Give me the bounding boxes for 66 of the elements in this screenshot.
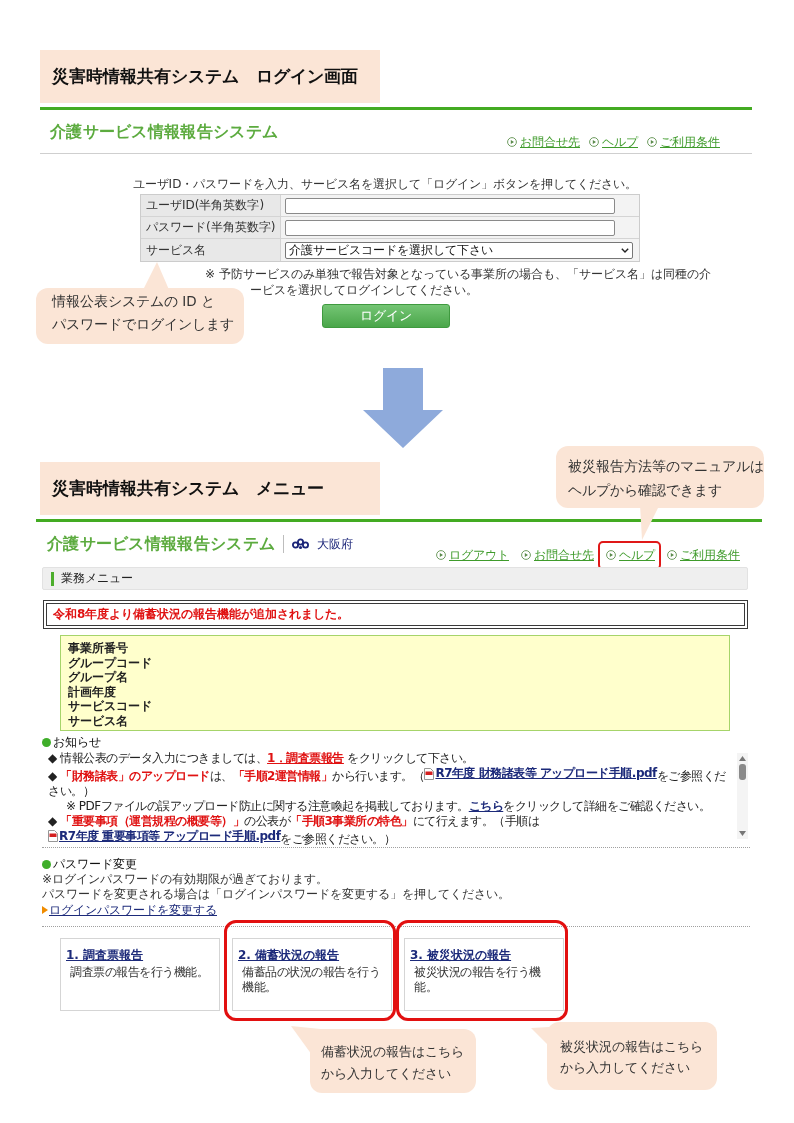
note-text: ※ 予防サービスのみ単独で報告対象となっている事業所の場合も、「サービス名」は同種の介: [205, 266, 711, 282]
caret-right-icon: [42, 905, 48, 914]
note-text: ービスを選択してログインしてください。: [250, 282, 478, 298]
callout-text: 被災状況の報告はこちら から入力してください: [560, 1038, 703, 1077]
notice-text: ※ PDFファイルの誤アップロード防止に関する注意喚起を掲載しております。こちらをクリックして詳細をご確認ください。: [66, 798, 712, 814]
body-text: パスワードを変更される場合は「ログインパスワードを変更する」を押してください。: [42, 887, 510, 902]
info-label: サービス名: [68, 713, 128, 728]
scroll-up-icon[interactable]: [739, 756, 746, 761]
input-field[interactable]: [285, 197, 615, 214]
callout-text: 被災報告方法等のマニュアルは ヘルプから確認できます: [568, 457, 764, 500]
scroll-down-icon[interactable]: [739, 831, 746, 836]
field-label: ユーザID(半角英数字): [141, 195, 281, 217]
callout-text: 情報公表システムの ID と パスワードでログインします: [52, 292, 234, 334]
circle-arrow-icon: [606, 550, 616, 560]
announcement-banner: 令和8年度より備蓄状況の報告機能が追加されました。: [43, 600, 748, 629]
info-label: 計画年度: [68, 684, 116, 699]
emblem-icon: [292, 538, 310, 550]
app-title: 介護サービス情報報告システム: [47, 533, 276, 555]
input-field[interactable]: [285, 219, 615, 236]
notice-text: ◆ 「重要事項（運営規程の概要等）」の公表が「手順3事業所の特色」にて行えます。（手順は R7年度 重要事項等 アップロード手順.pdfをご参照ください。）: [48, 813, 541, 846]
section-heading: お知らせ: [53, 735, 101, 750]
dot-icon: [42, 860, 51, 869]
header-link[interactable]: ご利用条件: [647, 135, 720, 149]
circle-arrow-icon: [507, 137, 517, 147]
menu-heading: 業務メニュー: [42, 567, 748, 590]
app-title: 介護サービス情報報告システム: [50, 121, 279, 143]
document-icon: [48, 830, 58, 842]
callout-text: 備蓄状況の報告はこちら から入力してください: [321, 1043, 464, 1083]
info-label: グループコード: [68, 655, 152, 670]
field-label: サービス名: [141, 239, 281, 261]
header-link[interactable]: ヘルプ: [606, 548, 655, 562]
section-title: 災害時情報共有システム メニュー: [40, 462, 380, 515]
scrollbar[interactable]: [737, 753, 748, 839]
notice-text: ◆ 情報公表のデータ入力につきましては、1．調査票報告 をクリックして下さい。: [48, 751, 475, 766]
card-description: 備蓄品の状況の報告を行う機能。: [242, 965, 381, 995]
document-icon: [424, 767, 435, 780]
info-label: サービスコード: [68, 699, 152, 714]
scroll-thumb[interactable]: [739, 764, 746, 780]
card-title-link[interactable]: 2. 備蓄状況の報告: [238, 948, 340, 963]
chevron-down-icon: [621, 247, 629, 253]
select-field[interactable]: 介護サービスコードを選択して下さい: [285, 241, 633, 259]
field-label: パスワード(半角英数字): [141, 217, 281, 239]
link[interactable]: 1．調査票報告: [267, 751, 344, 765]
file-link[interactable]: R7年度 重要事項等 アップロード手順.pdf: [48, 828, 281, 844]
circle-arrow-icon: [647, 137, 657, 147]
card-description: 調査票の報告を行う機能。: [70, 965, 208, 980]
section-heading: パスワード変更: [53, 857, 137, 872]
card-title-link[interactable]: 3. 被災状況の報告: [410, 948, 512, 963]
circle-arrow-icon: [667, 550, 677, 560]
prefecture-name: 大阪府: [317, 537, 354, 551]
circle-arrow-icon: [436, 550, 446, 560]
header-link[interactable]: ヘルプ: [589, 135, 638, 149]
circle-arrow-icon: [521, 550, 531, 560]
card-title-link[interactable]: 1. 調査票報告: [66, 948, 144, 963]
info-label: グループ名: [68, 670, 128, 685]
section-title: 災害時情報共有システム ログイン画面: [40, 50, 380, 103]
body-text: ※ログインパスワードの有効期限が過ぎております。: [42, 872, 329, 887]
info-label: 事業所番号: [68, 641, 128, 656]
header-link[interactable]: ログアウト: [436, 548, 509, 562]
card-description: 被災状況の報告を行う機能。: [414, 965, 542, 995]
header-link[interactable]: ご利用条件: [667, 548, 740, 562]
circle-arrow-icon: [589, 137, 599, 147]
change-password-link[interactable]: ログインパスワードを変更する: [49, 902, 217, 917]
dot-icon: [42, 738, 51, 747]
link[interactable]: こちら: [468, 798, 504, 814]
instruction-text: ユーザID・パスワードを入力、サービス名を選択して「ログイン」ボタンを押してください。: [132, 176, 638, 192]
